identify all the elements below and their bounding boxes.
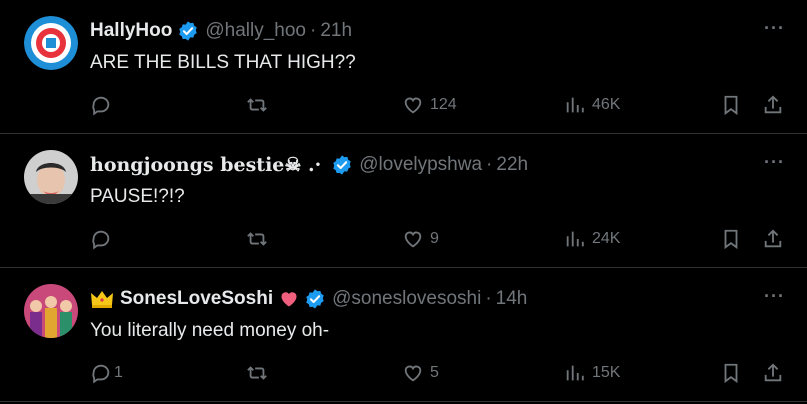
tweet-text: You literally need money oh- <box>90 320 330 341</box>
separator-dot: · <box>486 154 493 175</box>
view-count: 24K <box>592 230 621 247</box>
bookmark-icon <box>724 229 738 250</box>
verified-badge-icon <box>306 289 324 309</box>
share-button[interactable] <box>762 90 784 120</box>
reply-button[interactable] <box>90 90 118 120</box>
more-options-icon[interactable]: ··· <box>764 152 785 173</box>
separator-dot: · <box>485 288 492 309</box>
tweet-actions: 9 24K <box>0 224 807 254</box>
reply-button[interactable]: 1 <box>90 358 123 388</box>
avatar[interactable] <box>24 284 78 338</box>
handle[interactable]: @lovelypshwa <box>359 154 482 176</box>
views-button[interactable]: 15K <box>564 358 620 388</box>
tweet[interactable]: SonesLoveSoshi @soneslovesoshi · 14h ···… <box>0 268 807 402</box>
more-options-icon[interactable]: ··· <box>764 286 785 307</box>
views-icon <box>566 97 584 113</box>
retweet-button[interactable] <box>246 90 268 120</box>
separator-dot: · <box>310 20 317 41</box>
share-icon <box>764 363 782 382</box>
view-count: 46K <box>592 96 621 113</box>
like-button[interactable]: 9 <box>402 224 439 254</box>
like-count: 124 <box>430 96 457 113</box>
avatar[interactable] <box>24 16 78 70</box>
group-photo-avatar-icon <box>24 284 78 338</box>
tweet-header: hongjoongs bestie☠︎ .· @lovelypshwa · 22… <box>90 154 528 176</box>
avatar[interactable] <box>24 150 78 204</box>
bookmark-icon <box>724 363 738 384</box>
reply-button[interactable] <box>90 224 118 254</box>
like-button[interactable]: 124 <box>402 90 457 120</box>
reply-icon <box>92 230 110 250</box>
reply-icon <box>92 364 110 384</box>
tweet-text: ARE THE BILLS THAT HIGH?? <box>90 52 356 73</box>
reply-icon <box>92 96 110 116</box>
views-icon <box>566 365 584 381</box>
hallyhoo-logo-icon <box>24 16 78 70</box>
retweet-button[interactable] <box>246 358 268 388</box>
like-button[interactable]: 5 <box>402 358 439 388</box>
bookmark-button[interactable] <box>720 90 742 120</box>
retweet-icon <box>247 366 267 380</box>
timestamp[interactable]: 14h <box>496 288 528 310</box>
tweet-actions: 1 5 15K <box>0 358 807 388</box>
tweet[interactable]: HallyHoo @hally_hoo · 21h ··· ARE THE BI… <box>0 0 807 134</box>
crown-emoji-icon <box>91 291 113 308</box>
views-button[interactable]: 24K <box>564 224 620 254</box>
tweet-header: SonesLoveSoshi @soneslovesoshi · 14h <box>90 288 527 310</box>
bookmark-button[interactable] <box>720 224 742 254</box>
handle[interactable]: @hally_hoo <box>205 20 306 42</box>
view-count: 15K <box>592 364 621 381</box>
display-name[interactable]: SonesLoveSoshi <box>120 288 273 310</box>
heart-icon <box>404 231 422 248</box>
share-button[interactable] <box>762 224 784 254</box>
share-button[interactable] <box>762 358 784 388</box>
reply-count: 1 <box>114 364 123 381</box>
retweet-button[interactable] <box>246 224 268 254</box>
like-count: 9 <box>430 230 439 247</box>
share-icon <box>764 229 782 248</box>
retweet-icon <box>247 232 267 246</box>
more-options-icon[interactable]: ··· <box>764 18 785 39</box>
views-button[interactable]: 46K <box>564 90 620 120</box>
bookmark-button[interactable] <box>720 358 742 388</box>
handle[interactable]: @soneslovesoshi <box>332 288 481 310</box>
tweet-header: HallyHoo @hally_hoo · 21h <box>90 20 352 42</box>
timestamp[interactable]: 21h <box>320 20 352 42</box>
user-avatar-icon <box>24 150 78 204</box>
tweet[interactable]: hongjoongs bestie☠︎ .· @lovelypshwa · 22… <box>0 134 807 268</box>
tweet-actions: 124 46K <box>0 90 807 120</box>
retweet-icon <box>247 98 267 112</box>
verified-badge-icon <box>333 155 351 175</box>
pink-heart-emoji-icon <box>281 292 297 307</box>
display-name[interactable]: HallyHoo <box>90 20 172 42</box>
views-icon <box>566 231 584 247</box>
tweet-text: PAUSE!?!? <box>90 186 185 207</box>
display-name[interactable]: hongjoongs bestie☠︎ .· <box>90 154 321 176</box>
timestamp[interactable]: 22h <box>496 154 528 176</box>
verified-badge-icon <box>179 21 198 41</box>
like-count: 5 <box>430 364 439 381</box>
share-icon <box>764 95 782 114</box>
heart-icon <box>404 97 422 114</box>
heart-icon <box>404 365 422 382</box>
bookmark-icon <box>724 95 738 116</box>
